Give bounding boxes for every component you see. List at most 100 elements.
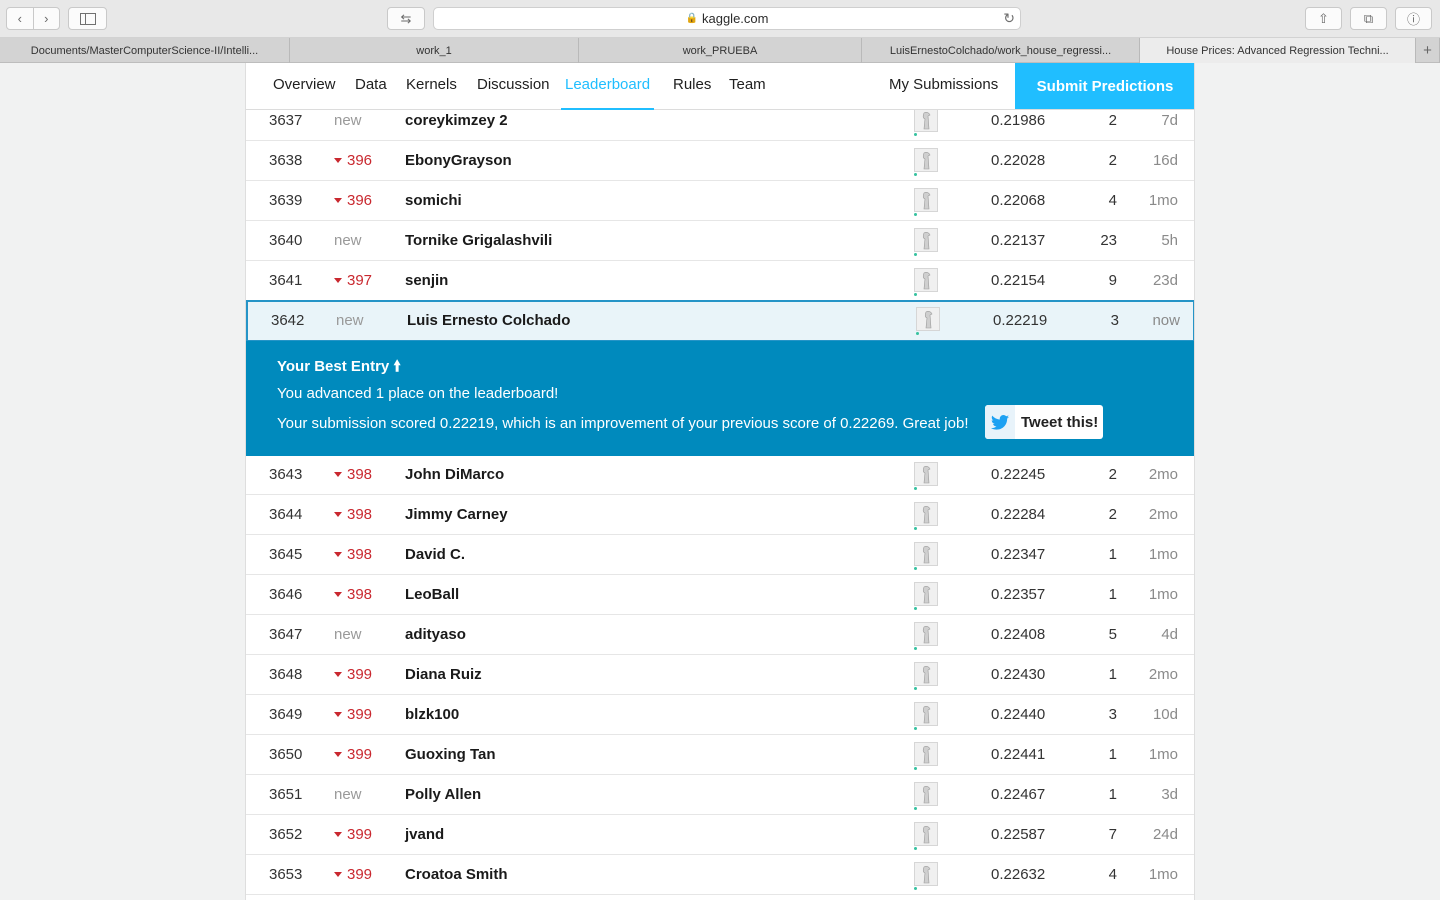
forward-icon[interactable]: › (32, 8, 60, 29)
browser-tab[interactable]: Documents/MasterComputerScience-II/Intel… (0, 38, 290, 63)
tab-overview[interactable]: Overview (273, 63, 336, 110)
submit-predictions-button[interactable]: Submit Predictions (1015, 63, 1194, 109)
leaderboard-row[interactable]: 3640 new Tornike Grigalashvili 0.22137 23 5h (246, 221, 1194, 261)
entries-cell: 7 (1108, 826, 1117, 843)
rank-cell: 3642 (271, 312, 305, 329)
avatar[interactable] (914, 622, 938, 650)
score-cell: 0.22028 (991, 152, 1046, 169)
browser-tab[interactable]: work_1 (290, 38, 579, 63)
entries-cell: 9 (1108, 272, 1117, 289)
rank-change-cell: new (336, 312, 364, 329)
rank-cell: 3645 (269, 546, 303, 563)
avatar[interactable] (914, 582, 938, 610)
avatar[interactable] (914, 742, 938, 770)
tab-team[interactable]: Team (729, 63, 766, 110)
avatar[interactable] (914, 782, 938, 810)
address-bar[interactable]: 🔒 kaggle.com ↻ (433, 7, 1021, 30)
last-submission-cell: 1mo (1148, 586, 1178, 603)
leaderboard-row[interactable]: 3653 399 Croatoa Smith 0.22632 4 1mo (246, 855, 1194, 895)
browser-tab-active[interactable]: House Prices: Advanced Regression Techni… (1140, 38, 1416, 63)
back-icon[interactable]: ‹ (7, 8, 33, 29)
leaderboard-row[interactable]: 3646 398 LeoBall 0.22357 1 1mo (246, 575, 1194, 615)
tab-discussion[interactable]: Discussion (477, 63, 550, 110)
score-cell: 0.22467 (991, 786, 1046, 803)
avatar[interactable] (914, 462, 938, 490)
team-name[interactable]: EbonyGrayson (405, 141, 512, 181)
avatar[interactable] (914, 542, 938, 570)
avatar[interactable] (914, 108, 938, 136)
leaderboard-row[interactable]: 3643 398 John DiMarco 0.22245 2 2mo (246, 455, 1194, 495)
team-name[interactable]: John DiMarco (405, 455, 504, 495)
leaderboard-row[interactable]: 3638 396 EbonyGrayson 0.22028 2 16d (246, 141, 1194, 181)
leaderboard-row[interactable]: 3641 397 senjin 0.22154 9 23d (246, 261, 1194, 301)
avatar[interactable] (914, 702, 938, 730)
avatar[interactable] (914, 228, 938, 256)
lock-icon: 🔒 (685, 13, 698, 24)
rank-cell: 3646 (269, 586, 303, 603)
rank-change-cell: new (334, 786, 362, 803)
leaderboard-row[interactable]: 3644 398 Jimmy Carney 0.22284 2 2mo (246, 495, 1194, 535)
browser-tab-label: work_1 (416, 44, 452, 57)
leaderboard-row[interactable]: 3645 398 David C. 0.22347 1 1mo (246, 535, 1194, 575)
avatar[interactable] (914, 862, 938, 890)
share-icon[interactable]: ⇧ (1305, 7, 1342, 30)
entries-cell: 1 (1108, 746, 1117, 763)
team-name[interactable]: somichi (405, 181, 462, 221)
info-icon[interactable]: ⓘ (1395, 7, 1432, 30)
team-name[interactable]: blzk100 (405, 695, 459, 735)
avatar[interactable] (914, 148, 938, 176)
team-name[interactable]: David C. (405, 535, 465, 575)
leaderboard-card: Overview Data Kernels Discussion Leaderb… (245, 63, 1195, 900)
my-leaderboard-row[interactable]: 3642 new Luis Ernesto Colchado 0.22219 3 now (246, 300, 1194, 342)
advanced-message: You advanced 1 place on the leaderboard! (277, 385, 559, 402)
browser-tab-label: Documents/MasterComputerScience-II/Intel… (30, 44, 259, 57)
new-tab-icon[interactable]: + (1416, 38, 1440, 63)
team-name[interactable]: Guoxing Tan (405, 735, 496, 775)
tweet-button[interactable]: Tweet this! (985, 405, 1103, 439)
sidebar-toggle-icon[interactable] (68, 7, 107, 30)
show-tabs-icon[interactable]: ⧉ (1350, 7, 1387, 30)
team-name[interactable]: adityaso (405, 615, 466, 655)
tab-leaderboard[interactable]: Leaderboard (561, 63, 655, 110)
avatar[interactable] (916, 307, 940, 335)
browser-tab-label: LuisErnestoColchado/work_house_regressi.… (889, 44, 1112, 57)
entries-cell: 23 (1100, 232, 1117, 249)
avatar[interactable] (914, 662, 938, 690)
my-submissions-link[interactable]: My Submissions (889, 63, 998, 110)
leaderboard-row[interactable]: 3651 new Polly Allen 0.22467 1 3d (246, 775, 1194, 815)
team-name[interactable]: Croatoa Smith (405, 855, 508, 895)
team-name[interactable]: Jimmy Carney (405, 495, 508, 535)
leaderboard-row[interactable]: 3649 399 blzk100 0.22440 3 10d (246, 695, 1194, 735)
avatar[interactable] (914, 822, 938, 850)
score-cell: 0.22219 (993, 312, 1048, 329)
team-name[interactable]: LeoBall (405, 575, 459, 615)
team-name[interactable]: jvand (405, 815, 444, 855)
leaderboard-row[interactable]: 3647 new adityaso 0.22408 5 4d (246, 615, 1194, 655)
leaderboard-row[interactable]: 3639 396 somichi 0.22068 4 1mo (246, 181, 1194, 221)
tab-data[interactable]: Data (355, 63, 387, 110)
rank-down-icon (334, 512, 342, 517)
url-text: kaggle.com (701, 11, 769, 26)
entries-cell: 2 (1108, 152, 1117, 169)
browser-tab[interactable]: work_PRUEBA (579, 38, 862, 63)
leaderboard-row[interactable]: 3650 399 Guoxing Tan 0.22441 1 1mo (246, 735, 1194, 775)
leaderboard-row[interactable]: 3648 399 Diana Ruiz 0.22430 1 2mo (246, 655, 1194, 695)
team-name[interactable]: Polly Allen (405, 775, 481, 815)
team-name[interactable]: senjin (405, 261, 448, 301)
tab-rules[interactable]: Rules (673, 63, 711, 110)
browser-toolbar: ‹ › ⇆ 🔒 kaggle.com ↻ ⇧ ⧉ ⓘ (0, 0, 1440, 38)
rank-change-cell: 396 (334, 181, 372, 221)
team-name[interactable]: Luis Ernesto Colchado (407, 302, 570, 340)
avatar[interactable] (914, 188, 938, 216)
avatar[interactable] (914, 502, 938, 530)
leaderboard-row[interactable]: 3652 399 jvand 0.22587 7 24d (246, 815, 1194, 855)
tab-switch-icon[interactable]: ⇆ (387, 7, 425, 30)
rank-change-cell: 399 (334, 815, 372, 855)
team-name[interactable]: Diana Ruiz (405, 655, 482, 695)
browser-tab[interactable]: LuisErnestoColchado/work_house_regressi.… (862, 38, 1140, 63)
rank-change-cell: 399 (334, 735, 372, 775)
tab-kernels[interactable]: Kernels (406, 63, 457, 110)
avatar[interactable] (914, 268, 938, 296)
team-name[interactable]: Tornike Grigalashvili (405, 221, 552, 261)
reload-icon[interactable]: ↻ (1003, 10, 1015, 27)
